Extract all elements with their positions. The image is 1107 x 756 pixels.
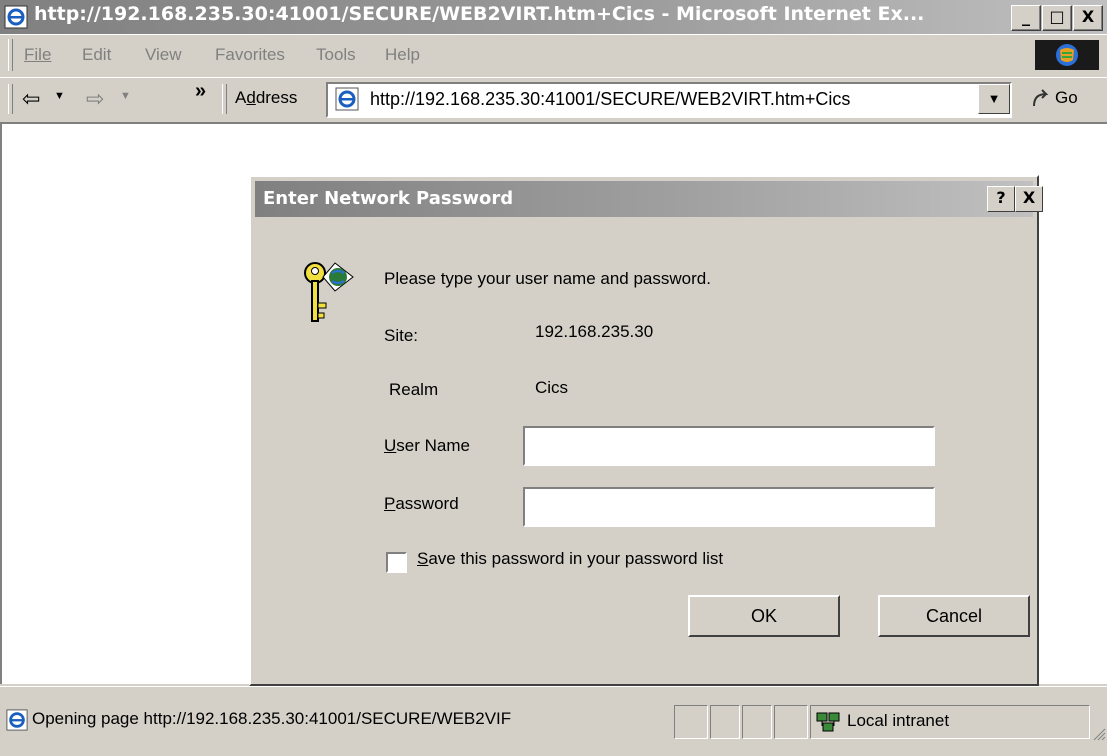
menu-file[interactable]: File <box>24 45 51 65</box>
address-label: Address <box>235 88 297 108</box>
address-input[interactable]: http://192.168.235.30:41001/SECURE/WEB2V… <box>326 82 1012 118</box>
site-label: Site: <box>384 326 419 345</box>
forward-dropdown-icon[interactable]: ▼ <box>120 90 131 102</box>
back-button[interactable]: ⇦ <box>22 86 40 112</box>
key-icon <box>304 262 354 322</box>
go-arrow-icon[interactable] <box>1030 88 1052 110</box>
ie-page-icon <box>6 709 28 731</box>
password-label: Password <box>384 494 459 513</box>
status-pane <box>742 705 772 739</box>
resize-grip-icon[interactable] <box>1090 725 1106 741</box>
window-title: http://192.168.235.30:41001/SECURE/WEB2V… <box>34 3 925 25</box>
zone-text: Local intranet <box>847 711 950 730</box>
network-password-dialog: Enter Network Password ? X Please type y… <box>249 175 1043 686</box>
menu-edit-label: Edit <box>82 45 112 64</box>
dialog-help-button[interactable]: ? <box>987 186 1015 212</box>
menu-view-label: View <box>145 45 182 64</box>
menu-view[interactable]: View <box>145 45 182 65</box>
window-titlebar[interactable]: http://192.168.235.30:41001/SECURE/WEB2V… <box>0 0 1107 34</box>
ie-page-icon <box>4 5 28 29</box>
globe-icon <box>322 262 354 292</box>
toolbar-grip <box>8 84 13 114</box>
back-dropdown-icon[interactable]: ▼ <box>54 90 65 102</box>
menu-tools-label: Tools <box>316 45 356 64</box>
status-pane <box>674 705 708 739</box>
address-grip <box>222 84 227 114</box>
close-button[interactable]: X <box>1073 5 1103 31</box>
maximize-button[interactable]: □ <box>1042 5 1072 31</box>
cancel-button[interactable]: Cancel <box>878 595 1030 637</box>
dialog-titlebar[interactable]: Enter Network Password ? X <box>255 181 1043 217</box>
realm-value: Cics <box>535 378 569 397</box>
minimize-button[interactable]: _ <box>1011 5 1041 31</box>
intranet-icon <box>816 712 840 732</box>
status-text: Opening page http://192.168.235.30:41001… <box>32 709 512 728</box>
dialog-close-button[interactable]: X <box>1015 186 1043 212</box>
ok-button[interactable]: OK <box>688 595 840 637</box>
forward-button[interactable]: ⇨ <box>86 86 104 112</box>
status-pane <box>774 705 808 739</box>
menu-favorites-label: Favorites <box>215 45 285 64</box>
status-pane <box>710 705 740 739</box>
ie-page-icon <box>335 87 359 111</box>
realm-label: Realm <box>389 380 439 399</box>
status-bar: Opening page http://192.168.235.30:41001… <box>0 686 1107 756</box>
address-toolbar: ⇦ ▼ ⇨ ▼ » Address http://192.168.235.30:… <box>0 77 1107 123</box>
address-dropdown-button[interactable]: ▼ <box>978 84 1010 114</box>
menu-edit[interactable]: Edit <box>82 45 111 65</box>
menu-grip <box>8 39 13 71</box>
site-value: 192.168.235.30 <box>535 322 654 341</box>
address-label-text: Address <box>235 88 298 107</box>
username-label: User Name <box>384 436 470 455</box>
prompt-text: Please type your user name and password. <box>384 269 711 288</box>
windows-logo <box>1035 40 1099 70</box>
username-field[interactable] <box>523 426 935 466</box>
menu-file-label: File <box>24 45 52 64</box>
go-button[interactable]: Go <box>1055 88 1078 108</box>
menu-bar: File Edit View Favorites Tools Help <box>0 34 1107 78</box>
zone-pane: Local intranet <box>810 705 1090 739</box>
windows-flag-icon <box>1056 44 1078 66</box>
menu-help-label: Help <box>385 45 420 64</box>
menu-tools[interactable]: Tools <box>316 45 356 65</box>
save-password-label[interactable]: Save this password in your password list <box>417 549 723 569</box>
address-value: http://192.168.235.30:41001/SECURE/WEB2V… <box>370 89 851 109</box>
menu-help[interactable]: Help <box>385 45 420 65</box>
menu-favorites[interactable]: Favorites <box>215 45 285 65</box>
toolbar-overflow-button[interactable]: » <box>195 80 206 103</box>
dialog-title: Enter Network Password <box>263 188 514 209</box>
password-field[interactable] <box>523 487 935 527</box>
save-password-checkbox[interactable] <box>386 552 407 573</box>
